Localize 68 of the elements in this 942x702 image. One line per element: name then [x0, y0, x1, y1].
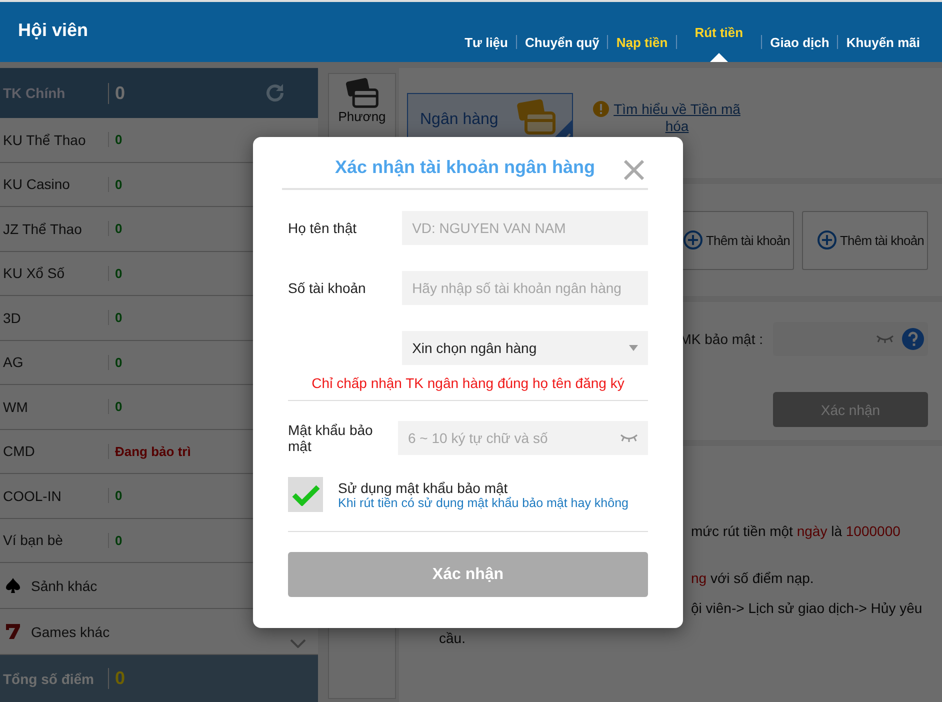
note-text: cầu. [439, 629, 466, 647]
lobby-row[interactable]: Games khác [0, 609, 318, 655]
use-password-checkbox[interactable] [288, 477, 323, 512]
field-label: Họ tên thật [288, 220, 358, 236]
eye-closed-icon[interactable] [620, 433, 638, 443]
security-password-field[interactable] [773, 322, 928, 356]
confirm-button[interactable]: Xác nhận [288, 552, 648, 597]
chevron-down-icon[interactable] [290, 639, 306, 648]
crypto-info-link[interactable]: Tìm hiểu về Tiền mã hóa [613, 101, 741, 135]
note-text: mức rút tiền một ngày là 1000000 [691, 522, 900, 540]
wallet-balance: 0 [108, 310, 122, 326]
wallet-balance: Đang bảo trì [108, 444, 191, 459]
wallet-name: COOL-IN [2, 488, 62, 504]
wallet-balance: 0 [108, 532, 122, 548]
dialog-title: Xác nhận tài khoản ngân hàng [334, 157, 596, 178]
wallet-balance: 0 [108, 266, 122, 281]
checkmark-icon [292, 484, 320, 506]
account-label: TK Chính [2, 85, 66, 101]
wallet-name: Ví bạn bè [2, 532, 64, 548]
wallet-balance: 0 [108, 132, 122, 148]
wallet-name: KU Thể Thao [2, 132, 87, 148]
note-text: ng với số điểm nạp. [691, 569, 814, 587]
wallet-name: CMD [2, 443, 36, 460]
wallet-balance: 0 [108, 221, 122, 236]
wallet-balance: 0 [108, 399, 122, 414]
account-number-field[interactable]: Hãy nhập số tài khoản ngân hàng [402, 271, 648, 305]
lobby-name: Games khác [30, 624, 110, 640]
real-name-field[interactable]: VD: NGUYEN VAN NAM [402, 211, 648, 245]
nav-tab[interactable]: Tư liệu [464, 34, 508, 50]
field-label: Mật khẩu bảo mật [288, 422, 374, 454]
wallet-balance: 0 [108, 354, 122, 370]
seven-icon [6, 624, 20, 639]
checkbox-hint: Khi rút tiền có sử dụng mật khẩu bảo mật hay không [338, 496, 628, 510]
plus-circle-icon [817, 230, 837, 250]
wallet-name: KU Xổ Số [2, 265, 66, 282]
field-label: Số tài khoản [288, 280, 367, 296]
account-balance: 0 [108, 82, 264, 104]
wallet-name: AG [2, 354, 24, 370]
add-account-button[interactable]: Thêm tài khoản [802, 210, 928, 270]
wallet-name: WM [2, 398, 29, 415]
nav-tab[interactable]: Nạp tiền [616, 34, 668, 50]
page-title: Hội viên [18, 20, 88, 40]
eye-closed-icon[interactable] [876, 334, 894, 344]
wallet-name: JZ Thể Thao [2, 220, 83, 237]
help-icon[interactable] [902, 328, 924, 350]
close-icon[interactable] [624, 160, 644, 180]
wallet-balance: 0 [108, 176, 122, 192]
exclamation-icon [593, 101, 609, 117]
nav-tab[interactable]: Chuyển quỹ [524, 34, 600, 50]
wallet-name: KU Casino [2, 176, 71, 192]
nav-tab[interactable]: Khuyến mãi [846, 34, 920, 50]
password-field[interactable]: 6 ~ 10 ký tự chữ và số [398, 421, 648, 455]
nav-tab[interactable]: Rút tiền [690, 22, 748, 62]
total-label: Tổng số điểm [2, 670, 95, 686]
bank-select[interactable]: Xin chọn ngân hàng [402, 331, 648, 365]
note-text: ội viên-> Lịch sử giao dịch-> Hủy yêu [691, 599, 922, 617]
plus-circle-icon [683, 230, 703, 250]
wallet-name: 3D [2, 310, 22, 326]
spade-icon [6, 578, 20, 593]
refresh-icon[interactable] [264, 82, 286, 104]
nav-tab[interactable]: Giao dịch [770, 34, 830, 50]
wallet-balance: 0 [108, 488, 122, 504]
checkbox-label: Sử dụng mật khẩu bảo mật [338, 480, 508, 496]
dropdown-caret-icon [629, 345, 638, 351]
warning-text: Chỉ chấp nhận TK ngân hàng đúng họ tên đăng ký [310, 375, 626, 391]
method-tab[interactable]: Phương [329, 74, 395, 124]
total-value: 0 [108, 668, 126, 689]
lobby-name: Sảnh khác [30, 578, 98, 594]
